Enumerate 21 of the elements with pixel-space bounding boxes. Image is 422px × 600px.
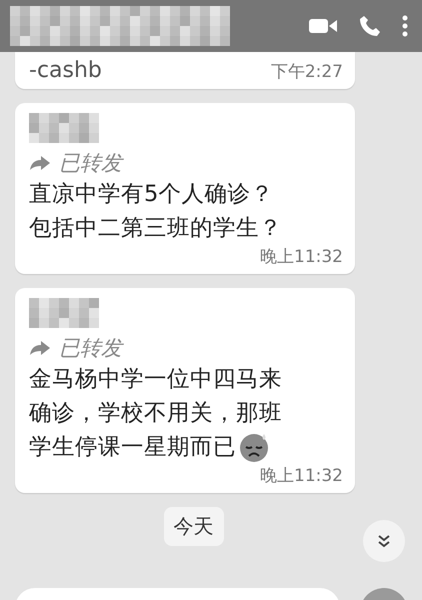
message-text: 金马杨中学一位中四马来 (29, 365, 282, 394)
forwarded-label: 已转发 (59, 335, 122, 362)
message-text: -cashb (29, 58, 102, 83)
message-text: 直凉中学有5个人确诊？ (29, 180, 274, 209)
message-text: 确诊，学校不用关，那班 (29, 399, 282, 428)
forward-arrow-icon (29, 155, 51, 171)
double-chevron-icon (376, 533, 392, 549)
message-time: 晚上11:32 (260, 465, 343, 487)
phone-icon[interactable] (358, 14, 382, 38)
message-time: 下午2:27 (270, 61, 343, 83)
pixelated-name (29, 113, 99, 143)
message-time: 晚上11:32 (260, 246, 343, 268)
forwarded-label: 已转发 (59, 150, 122, 177)
menu-icon[interactable] (402, 14, 408, 38)
date-chip: 今天 (164, 507, 224, 546)
message-text: 学生停课一星期而已 (29, 433, 236, 462)
video-camera-icon[interactable] (308, 16, 338, 36)
forward-arrow-icon (29, 340, 51, 356)
pixelated-name (29, 298, 99, 328)
scroll-down-button[interactable] (363, 520, 405, 562)
message-text: 包括中二第三班的学生？ (29, 214, 282, 243)
